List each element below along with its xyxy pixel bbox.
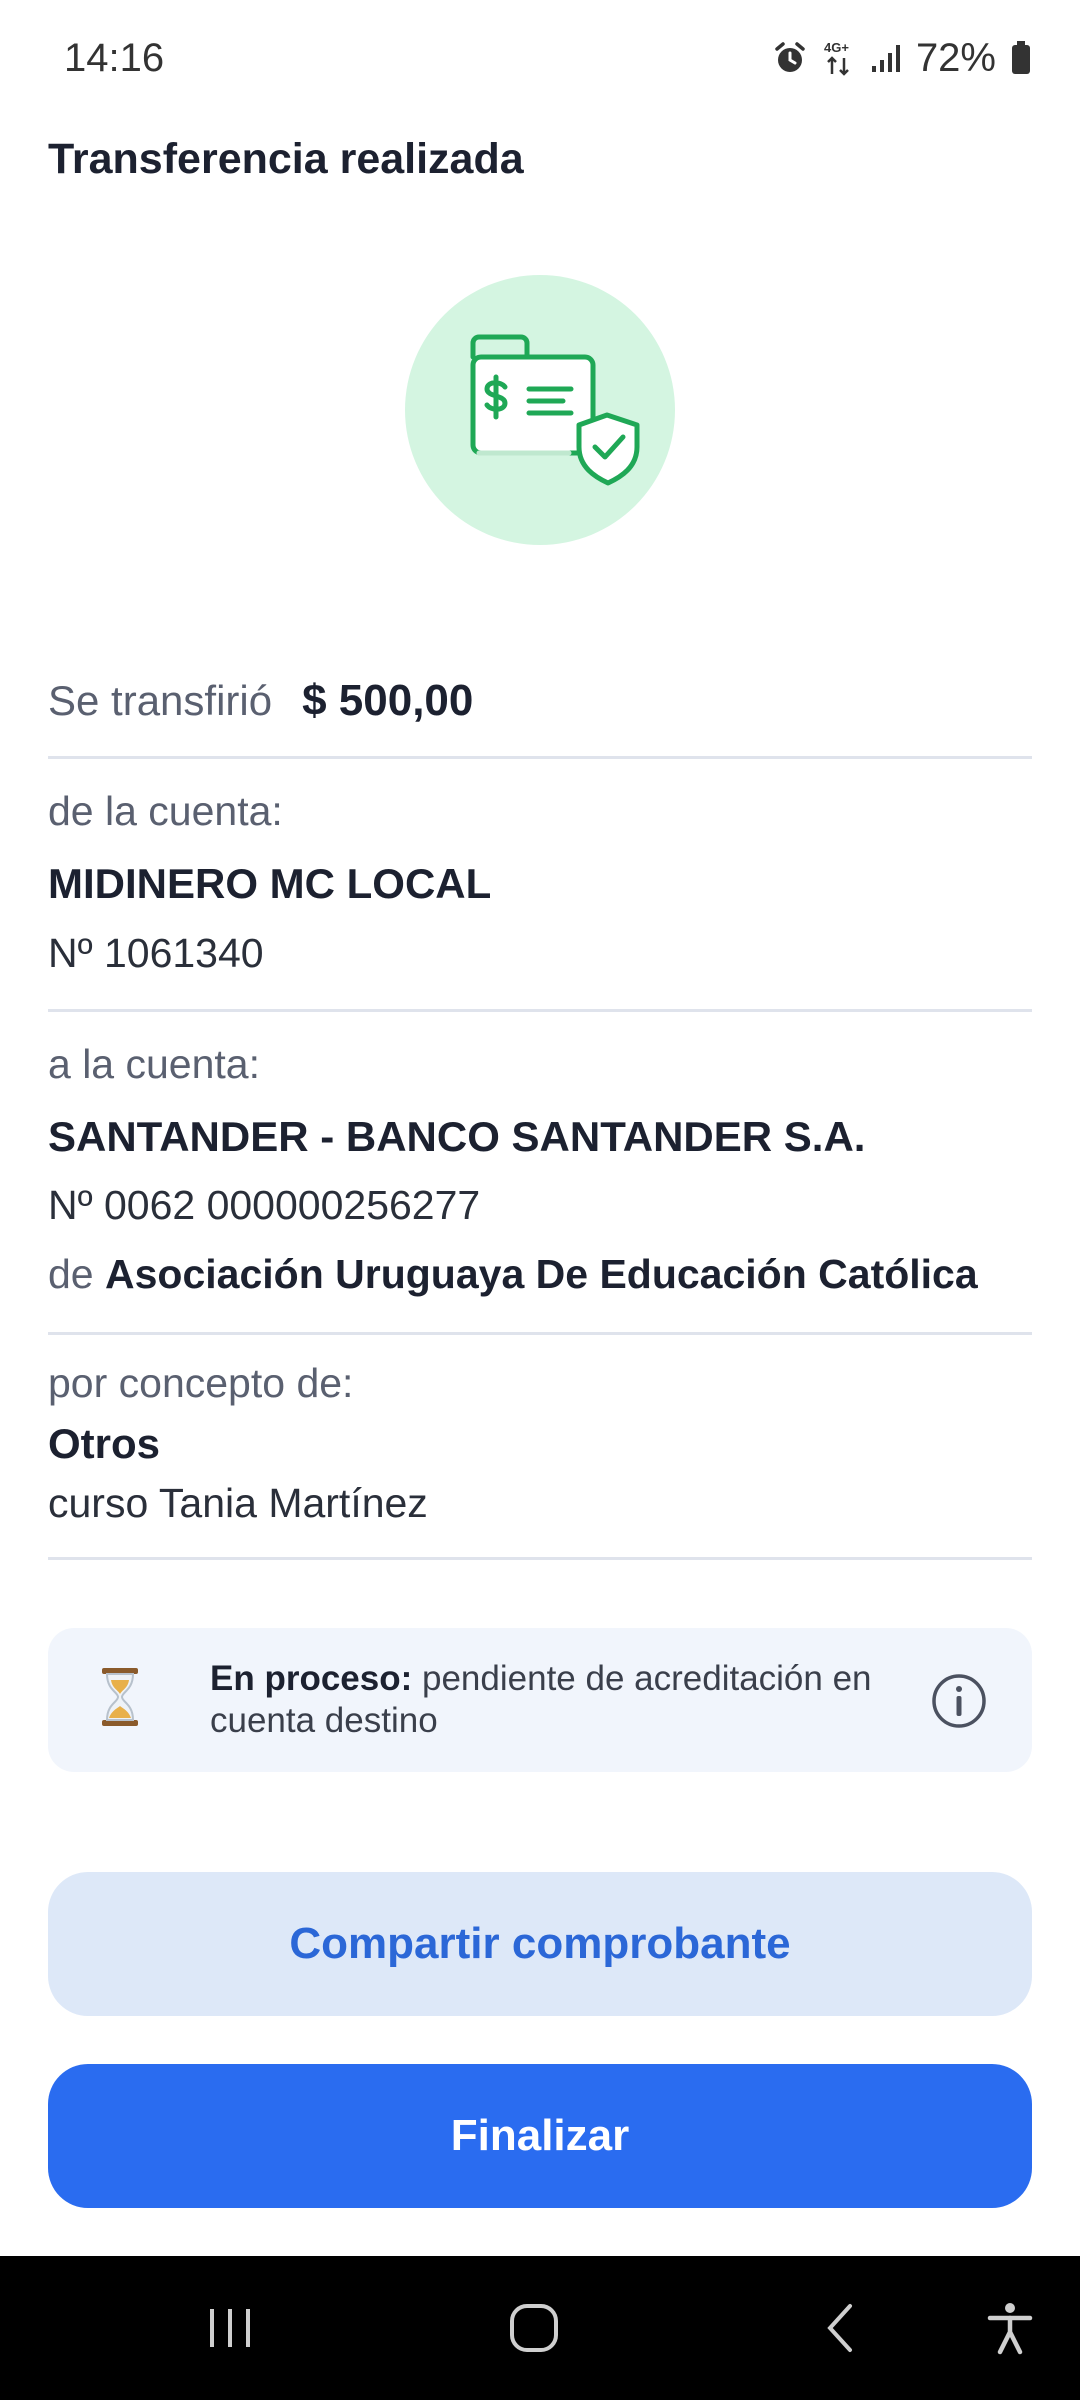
battery-percent: 72% [915, 35, 996, 80]
concept-label: por concepto de: [48, 1360, 354, 1406]
from-account-number: Nº 1061340 [48, 930, 264, 976]
signal-icon [870, 42, 902, 74]
success-illustration [405, 275, 675, 545]
from-account-label: de la cuenta: [48, 788, 283, 834]
notice-text: En proceso: pendiente de acreditación en… [210, 1658, 910, 1742]
to-account-owner-line: de Asociación Uruguaya De Educación Cató… [48, 1251, 1032, 1298]
status-notice: En proceso: pendiente de acreditación en… [48, 1628, 1032, 1772]
divider [48, 756, 1032, 759]
hourglass-icon [100, 1666, 140, 1733]
share-receipt-button[interactable]: Compartir comprobante [48, 1872, 1032, 2016]
to-account-label: a la cuenta: [48, 1041, 260, 1087]
status-indicators: 4G+ 72% [772, 36, 1032, 81]
receipt-shield-check-icon [470, 334, 640, 486]
amount-label: Se transfirió [48, 677, 273, 724]
concept-category: Otros [48, 1420, 161, 1467]
info-icon[interactable] [930, 1672, 988, 1735]
to-account-bank: SANTANDER - BANCO SANTANDER S.A. [48, 1113, 866, 1160]
from-account-name: MIDINERO MC LOCAL [48, 860, 492, 907]
svg-text:4G+: 4G+ [824, 40, 849, 55]
amount-row: Se transfirió $ 500,00 [48, 668, 1032, 734]
to-account-owner: Asociación Uruguaya De Educación Católic… [105, 1251, 978, 1297]
notice-title: En proceso: [210, 1659, 413, 1698]
page-title: Transferencia realizada [48, 135, 524, 183]
home-icon[interactable] [484, 2256, 584, 2400]
divider [48, 1332, 1032, 1335]
transfer-success-screen: 14:16 4G+ 72% Transferencia realizada Se… [0, 0, 1080, 2400]
to-account-number: Nº 0062 000000256277 [48, 1182, 481, 1228]
divider [48, 1557, 1032, 1560]
status-time: 14:16 [64, 35, 165, 80]
battery-icon [1010, 40, 1032, 76]
amount-value: $ 500,00 [302, 676, 474, 725]
accessibility-icon[interactable] [960, 2256, 1060, 2400]
status-bar: 14:16 4G+ 72% [0, 0, 1080, 116]
back-icon[interactable] [790, 2256, 890, 2400]
system-nav-bar [0, 2256, 1080, 2400]
recents-icon[interactable] [180, 2256, 280, 2400]
owner-prefix: de [48, 1251, 94, 1297]
data-arrows-icon: 4G+ [822, 38, 856, 78]
concept-description: curso Tania Martínez [48, 1480, 428, 1526]
finish-button[interactable]: Finalizar [48, 2064, 1032, 2208]
divider [48, 1009, 1032, 1012]
alarm-icon [772, 40, 808, 76]
